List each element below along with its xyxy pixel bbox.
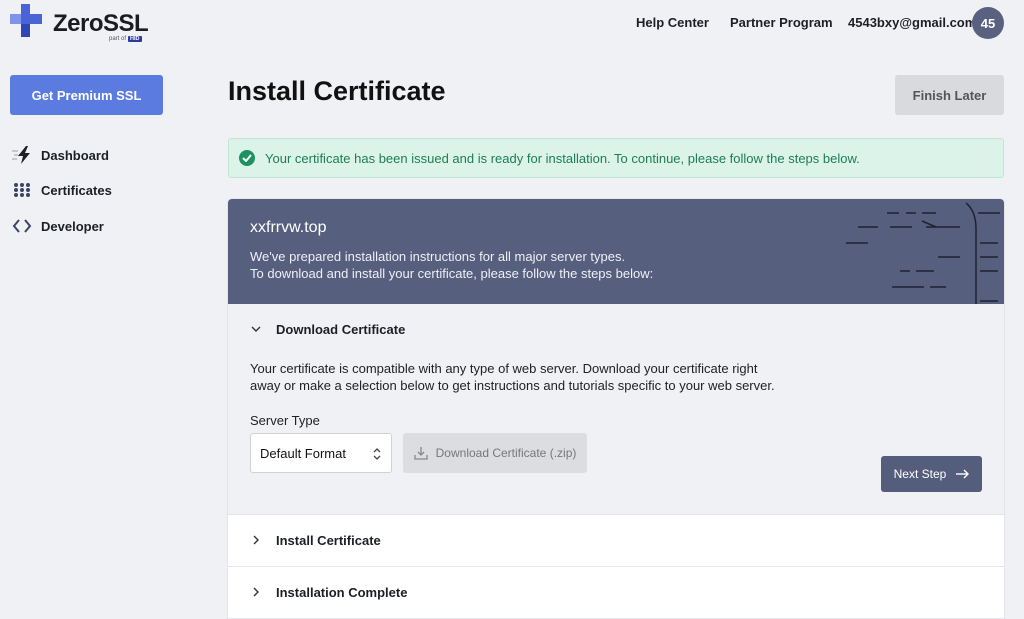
sidebar-item-label: Certificates	[41, 182, 112, 198]
select-arrows-icon	[373, 448, 381, 460]
server-type-label: Server Type	[250, 413, 320, 428]
intro-text-2: To download and install your certificate…	[250, 266, 654, 281]
step-download-header[interactable]: Download Certificate	[250, 319, 405, 339]
finish-later-button[interactable]: Finish Later	[895, 75, 1004, 115]
lightning-icon	[12, 145, 32, 165]
next-step-button[interactable]: Next Step	[881, 456, 982, 492]
sidebar-item-dashboard[interactable]: Dashboard	[12, 145, 109, 165]
arrow-right-icon	[955, 469, 970, 479]
step-title: Install Certificate	[276, 532, 381, 548]
sidebar-item-label: Dashboard	[41, 147, 109, 163]
page-title: Install Certificate	[228, 76, 446, 106]
download-icon	[413, 446, 428, 460]
account-email[interactable]: 4543bxy@gmail.com	[848, 15, 976, 30]
get-premium-ssl-button[interactable]: Get Premium SSL	[10, 75, 163, 115]
alert-text: Your certificate has been issued and is …	[265, 150, 860, 166]
step-description-1: Your certificate is compatible with any …	[250, 361, 758, 376]
partner-program-link[interactable]: Partner Program	[730, 15, 833, 30]
chevron-right-icon	[250, 534, 262, 546]
sidebar-item-developer[interactable]: Developer	[12, 216, 104, 236]
step-complete-header[interactable]: Installation Complete	[250, 582, 407, 602]
sidebar-item-label: Developer	[41, 218, 104, 234]
zerossl-cross-icon	[10, 4, 42, 37]
sidebar-item-certificates[interactable]: Certificates	[12, 180, 112, 200]
intro-text-1: We've prepared installation instructions…	[250, 249, 626, 264]
code-icon	[12, 216, 32, 236]
chevron-right-icon	[250, 586, 262, 598]
install-wizard-card: xxfrrvw.top We've prepared installation …	[228, 199, 1004, 619]
step-title: Installation Complete	[276, 584, 408, 600]
step-installation-complete[interactable]: Installation Complete	[228, 567, 1004, 619]
success-alert: Your certificate has been issued and is …	[228, 138, 1004, 178]
step-title: Download Certificate	[276, 321, 406, 337]
chevron-down-icon	[250, 323, 262, 335]
brand-parent: part of HID	[109, 36, 142, 42]
step-install-header[interactable]: Install Certificate	[250, 530, 381, 550]
step-download-certificate: Download Certificate Your certificate is…	[228, 304, 1004, 515]
decorative-lines	[846, 202, 1000, 304]
avatar[interactable]: 45	[972, 7, 1004, 39]
grid-icon	[12, 180, 32, 200]
brand-name: ZeroSSL	[53, 10, 149, 37]
server-type-value: Default Format	[260, 445, 346, 461]
step-description-2: away or make a selection below to get in…	[250, 378, 775, 393]
check-circle-icon	[239, 150, 255, 166]
zerossl-logo[interactable]: ZeroSSL part of HID	[10, 4, 160, 44]
download-certificate-button[interactable]: Download Certificate (.zip)	[403, 433, 587, 473]
domain-name: xxfrrvw.top	[250, 219, 327, 236]
server-type-select[interactable]: Default Format	[250, 433, 392, 473]
next-step-label: Next Step	[893, 467, 947, 481]
download-label: Download Certificate (.zip)	[435, 446, 577, 460]
certificate-header: xxfrrvw.top We've prepared installation …	[228, 199, 1004, 304]
step-install-certificate[interactable]: Install Certificate	[228, 515, 1004, 567]
help-center-link[interactable]: Help Center	[636, 15, 709, 30]
